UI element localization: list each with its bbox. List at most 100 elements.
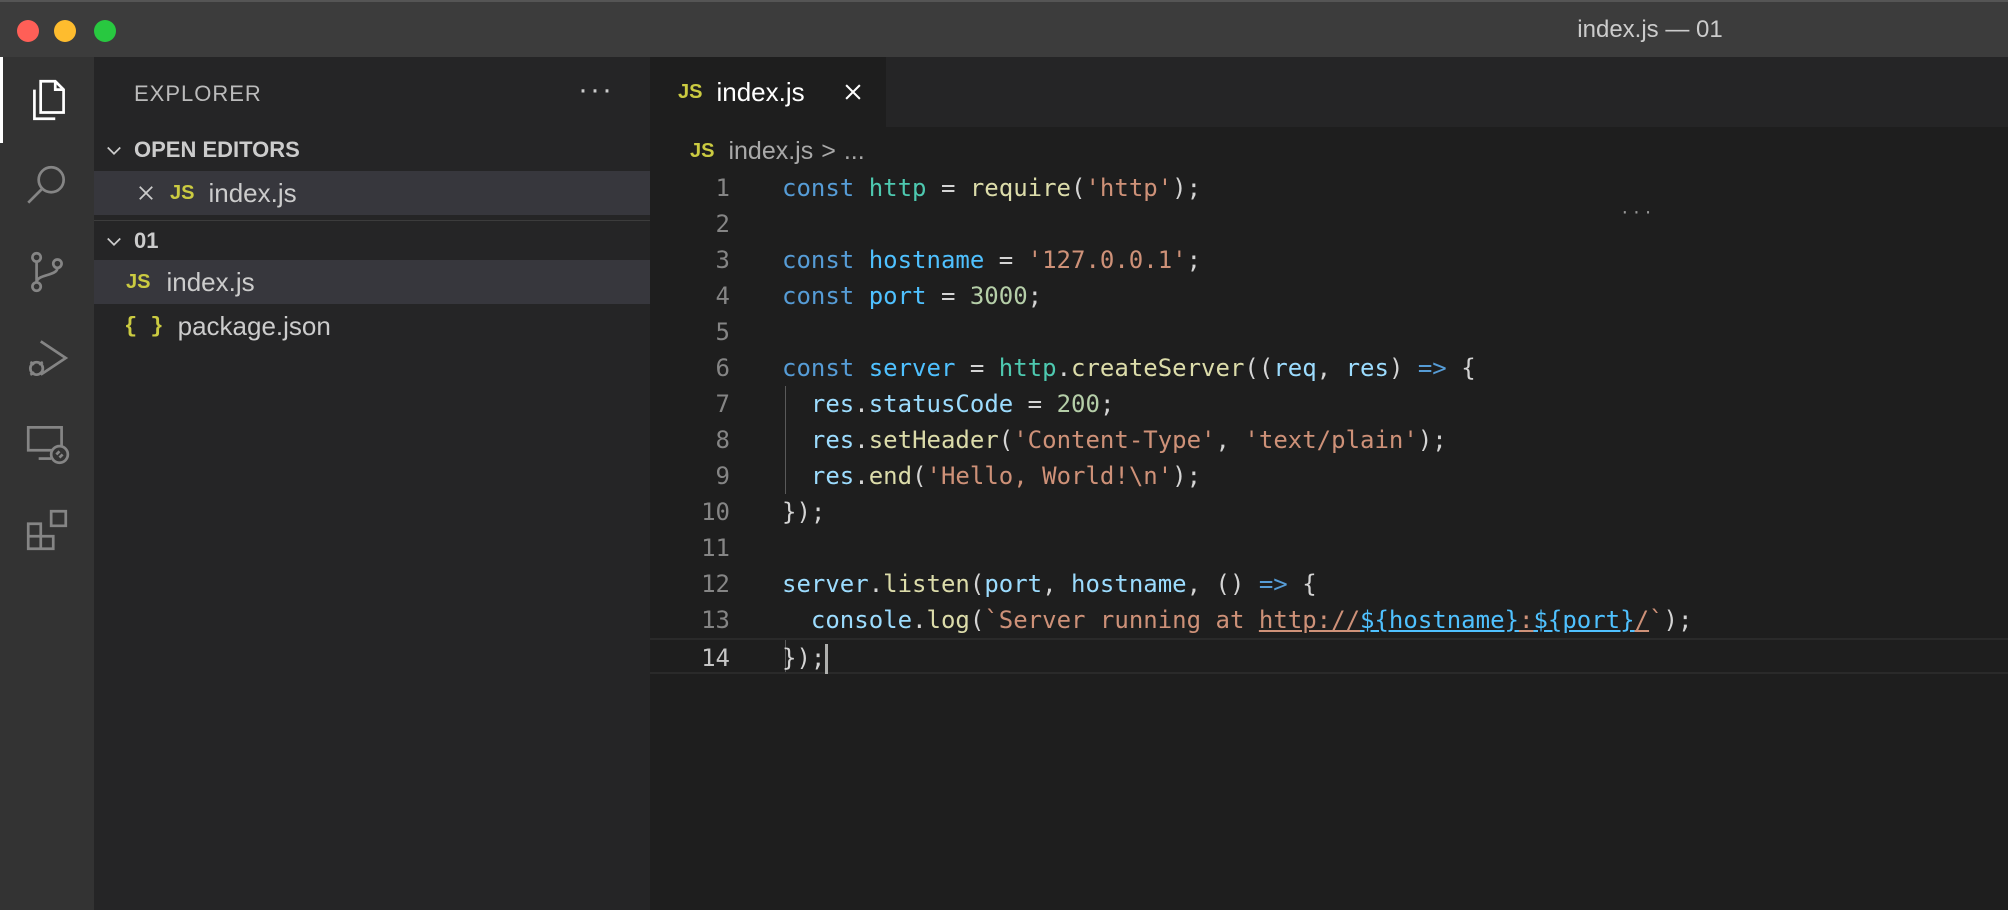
js-file-icon: JS [690,139,715,162]
code-token: http [998,354,1057,382]
folder-section-header[interactable]: 01 [94,220,650,261]
extensions-icon [26,509,68,551]
code-token: { [1446,354,1476,382]
code-token: hostname [1071,570,1187,598]
code-line[interactable]: 7 res.statusCode = 200; [650,386,2008,422]
line-number: 13 [701,606,730,634]
code-token: http [868,174,927,202]
editor-tab-bar: JS index.js [650,57,2008,127]
code-line[interactable]: 14}); [650,638,2008,674]
line-number: 12 [701,570,730,598]
more-actions-button[interactable]: ··· [578,73,614,107]
code-token: (( [1244,354,1274,382]
code-text: res.statusCode = 200; [782,386,1114,422]
code-token: 'text/plain' [1244,426,1418,454]
code-line[interactable]: 4 const port = 3000; [650,278,2008,314]
title-bar: index.js — 01 [0,0,2008,57]
code-token: / [1634,606,1650,634]
code-token: 200 [1056,390,1100,418]
code-token: { [1287,570,1317,598]
code-token: ); [1172,174,1202,202]
file-name: index.js [166,266,255,297]
maximize-window-button[interactable] [94,20,116,42]
code-line[interactable]: 9 res.end('Hello, World!\n'); [650,458,2008,494]
tab-index-js[interactable]: JS index.js [650,57,886,127]
code-token: , () [1186,570,1259,598]
close-window-button[interactable] [17,20,39,42]
code-text: }); [782,494,825,530]
code-line[interactable]: 12 server.listen(port, hostname, () => { [650,566,2008,602]
close-icon[interactable] [136,183,156,203]
code-token: . [1056,354,1072,382]
code-token: const [782,174,855,202]
line-number: 4 [715,282,730,310]
code-token: ; [1027,282,1043,310]
file-tree-item[interactable]: { } package.json [94,304,650,348]
open-editors-section-header[interactable]: OPEN EDITORS [94,130,650,170]
file-tree-item[interactable]: JS index.js [94,260,650,304]
breadcrumb-separator: > [821,136,836,165]
code-line[interactable]: 2 [650,206,2008,242]
breadcrumb-symbols[interactable]: ... [844,137,865,166]
minimize-window-button[interactable] [54,20,76,42]
open-editor-item[interactable]: JS index.js [94,171,650,215]
remote-explorer-activity-button[interactable] [0,401,94,487]
code-text: server.listen(port, hostname, () => { [782,566,1317,602]
code-token: => [1258,570,1288,598]
activity-bar [0,57,94,910]
search-activity-button[interactable] [0,143,94,229]
line-number: 11 [701,534,730,562]
code-line[interactable]: 6 const server = http.createServer((req, … [650,350,2008,386]
code-token: ${port} [1533,606,1635,634]
code-token: ${hostname} [1360,606,1519,634]
code-token: res [810,462,855,490]
code-line[interactable]: 13 console.log(`Server running at http:/… [650,602,2008,638]
code-token: hostname [868,246,985,274]
code-token: }); [782,644,826,672]
source-control-activity-button[interactable] [0,229,94,315]
breadcrumb: JS index.js > ... [690,133,865,169]
code-token: server [782,570,869,598]
search-icon [27,165,66,204]
run-debug-activity-button[interactable] [0,315,94,401]
code-line[interactable]: 11 [650,530,2008,566]
extensions-activity-button[interactable] [0,487,94,573]
code-token: = [955,354,999,382]
code-token: const [782,354,855,382]
code-editor[interactable]: ··· 1 const http = require('http'); 2 3 cons… [650,170,2008,910]
code-token: ` [1649,606,1664,634]
code-token: . [868,570,884,598]
explorer-activity-button[interactable] [0,57,94,143]
code-line[interactable]: 1 const http = require('http'); [650,170,2008,206]
line-number: 5 [715,318,730,346]
line-number: 2 [715,210,730,238]
code-token: ( [912,462,927,490]
code-line[interactable]: 5 [650,314,2008,350]
code-token: port [868,282,927,310]
run-debug-icon [28,340,69,377]
file-name: package.json [177,310,331,341]
code-token: server [868,354,956,382]
js-file-icon: JS [126,270,151,293]
code-line[interactable]: 8 res.setHeader('Content-Type', 'text/pl… [650,422,2008,458]
code-line[interactable]: 3 const hostname = '127.0.0.1'; [650,242,2008,278]
line-number: 14 [701,644,730,672]
code-token: ) [1388,354,1418,382]
remote-explorer-icon [26,425,70,465]
code-token: => [1417,354,1447,382]
code-text: const http = require('http'); [782,170,1201,206]
code-token: = [984,246,1028,274]
code-token: = [1013,390,1057,418]
code-token: res [810,426,855,454]
close-tab-icon[interactable] [842,81,864,103]
code-line[interactable]: 10}); [650,494,2008,530]
breadcrumb-file[interactable]: index.js [728,137,813,166]
code-text: res.end('Hello, World!\n'); [782,458,1201,494]
open-editor-filename: index.js [208,177,297,208]
code-token: , [1042,570,1072,598]
code-token: . [912,606,927,634]
